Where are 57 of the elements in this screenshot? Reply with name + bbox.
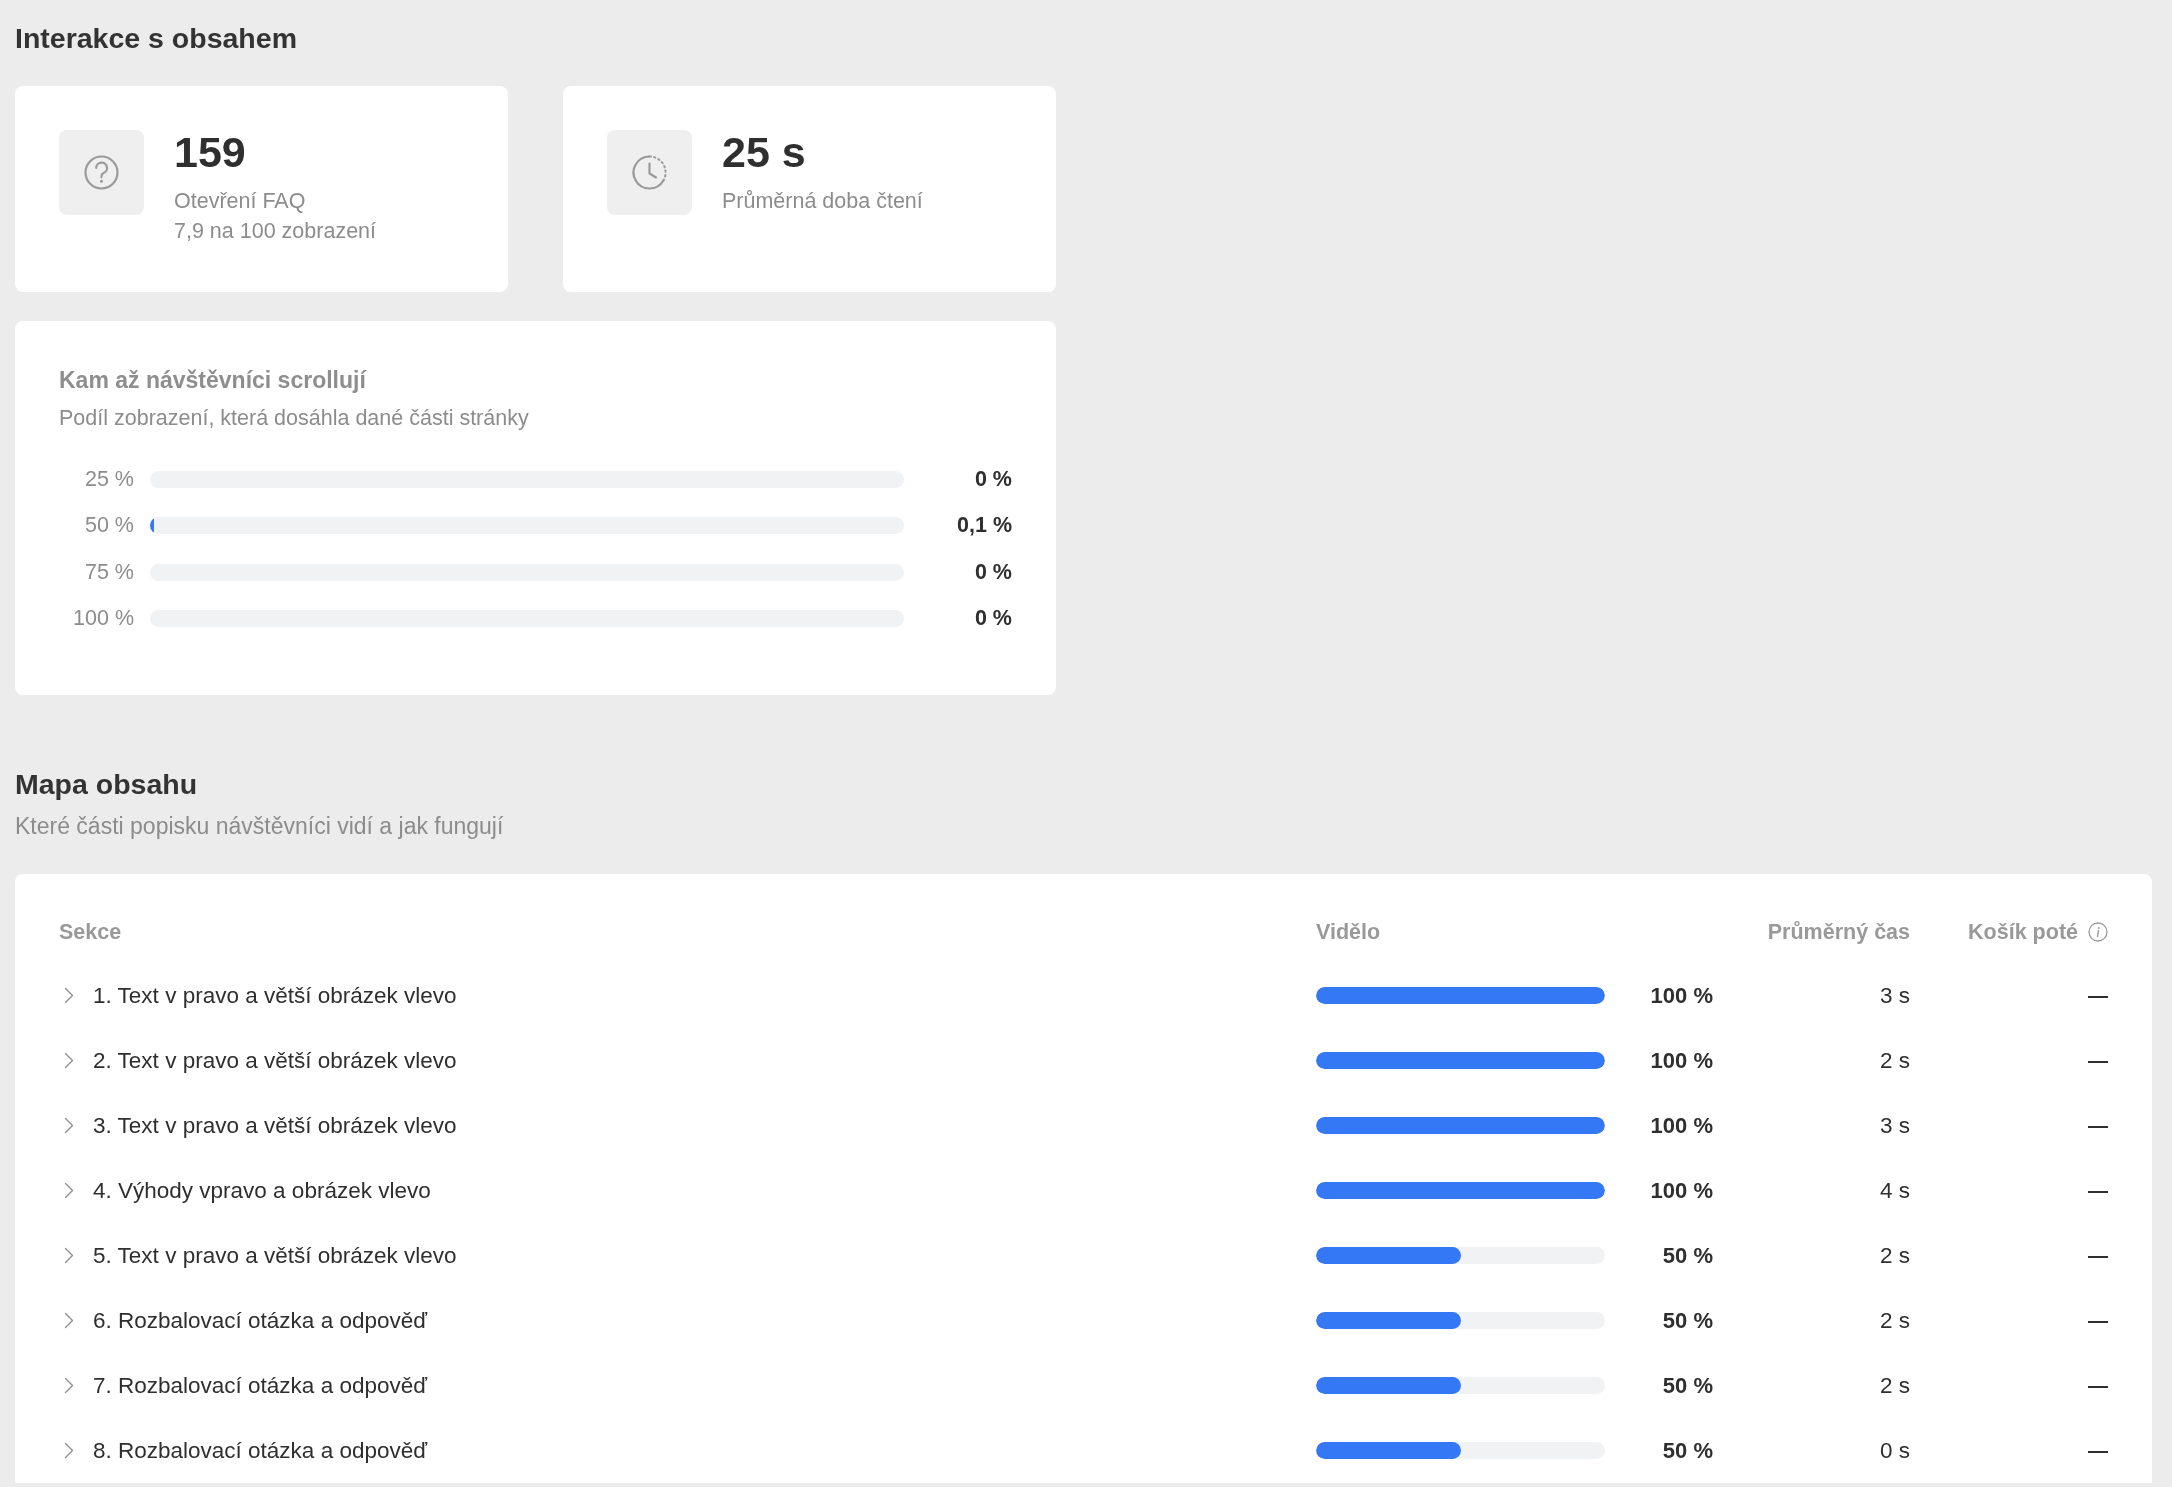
cart-value: — bbox=[2088, 1114, 2108, 1137]
depth-value: 0 % bbox=[974, 559, 1012, 585]
time-value: 3 s bbox=[1880, 982, 1910, 1009]
cart-value: — bbox=[2088, 1049, 2108, 1072]
time-value: 4 s bbox=[1880, 1177, 1910, 1204]
stat-label: Průměrná doba čtení bbox=[722, 188, 923, 215]
stat-label: Otevření FAQ bbox=[174, 188, 307, 215]
column-header: Vidělo bbox=[1316, 919, 1381, 946]
section-subtitle: Které části popisku návštěvníci vidí a jak fungují bbox=[15, 812, 505, 841]
section-title: Mapa obsahu bbox=[15, 767, 199, 802]
section-toggle[interactable]: 5. Text v pravo a větší obrázek vlevo bbox=[59, 1242, 457, 1269]
depth-value: 0,1 % bbox=[957, 513, 1012, 539]
section-toggle[interactable]: 3. Text v pravo a větší obrázek vlevo bbox=[59, 1112, 457, 1139]
cart-value: — bbox=[2088, 1309, 2108, 1332]
percent-value: 50 % bbox=[1662, 1307, 1713, 1334]
cart-value: — bbox=[2088, 984, 2108, 1007]
cart-value: — bbox=[2088, 1439, 2108, 1462]
question-icon bbox=[59, 130, 144, 215]
depth-label: 25 % bbox=[85, 466, 134, 492]
section-toggle[interactable]: 2. Text v pravo a větší obrázek vlevo bbox=[59, 1047, 457, 1074]
percent-value: 100 % bbox=[1650, 982, 1713, 1009]
cart-value: — bbox=[2088, 1374, 2108, 1397]
percent-value: 50 % bbox=[1662, 1372, 1713, 1399]
time-value: 2 s bbox=[1880, 1242, 1910, 1269]
section-toggle[interactable]: 8. Rozbalovací otázka a odpověď bbox=[59, 1437, 428, 1464]
card-subtitle: Podíl zobrazení, která dosáhla dané části stránky bbox=[59, 405, 530, 432]
cart-value: — bbox=[2088, 1179, 2108, 1202]
card-title: Kam až návštěvníci scrollují bbox=[59, 366, 368, 395]
time-value: 2 s bbox=[1880, 1047, 1910, 1074]
column-header: Sekce bbox=[59, 919, 122, 946]
section-title: Interakce s obsahem bbox=[15, 21, 298, 56]
time-value: 2 s bbox=[1880, 1307, 1910, 1334]
time-value: 0 s bbox=[1880, 1437, 1910, 1464]
depth-label: 75 % bbox=[85, 559, 134, 585]
depth-value: 0 % bbox=[974, 606, 1012, 632]
percent-value: 50 % bbox=[1662, 1437, 1713, 1464]
percent-value: 100 % bbox=[1650, 1047, 1713, 1074]
section-toggle[interactable]: 7. Rozbalovací otázka a odpověď bbox=[59, 1372, 428, 1399]
depth-label: 50 % bbox=[85, 513, 134, 539]
time-value: 2 s bbox=[1880, 1372, 1910, 1399]
clock-icon bbox=[607, 130, 692, 215]
depth-value: 0 % bbox=[974, 466, 1012, 492]
stat-note: 7,9 na 100 zobrazení bbox=[174, 218, 376, 245]
cart-value: — bbox=[2088, 1244, 2108, 1267]
percent-value: 50 % bbox=[1662, 1242, 1713, 1269]
percent-value: 100 % bbox=[1650, 1177, 1713, 1204]
time-value: 3 s bbox=[1880, 1112, 1910, 1139]
section-toggle[interactable]: 4. Výhody vpravo a obrázek vlevo bbox=[59, 1177, 431, 1204]
info-icon[interactable] bbox=[2088, 922, 2108, 942]
percent-value: 100 % bbox=[1650, 1112, 1713, 1139]
column-header: Průměrný čas bbox=[1767, 919, 1910, 946]
stat-value: 25 s bbox=[722, 127, 807, 178]
stat-value: 159 bbox=[174, 127, 247, 178]
section-toggle[interactable]: 1. Text v pravo a větší obrázek vlevo bbox=[59, 982, 457, 1009]
section-toggle[interactable]: 6. Rozbalovací otázka a odpověď bbox=[59, 1307, 428, 1334]
depth-label: 100 % bbox=[73, 606, 134, 632]
column-header: Košík poté bbox=[1968, 919, 2078, 946]
